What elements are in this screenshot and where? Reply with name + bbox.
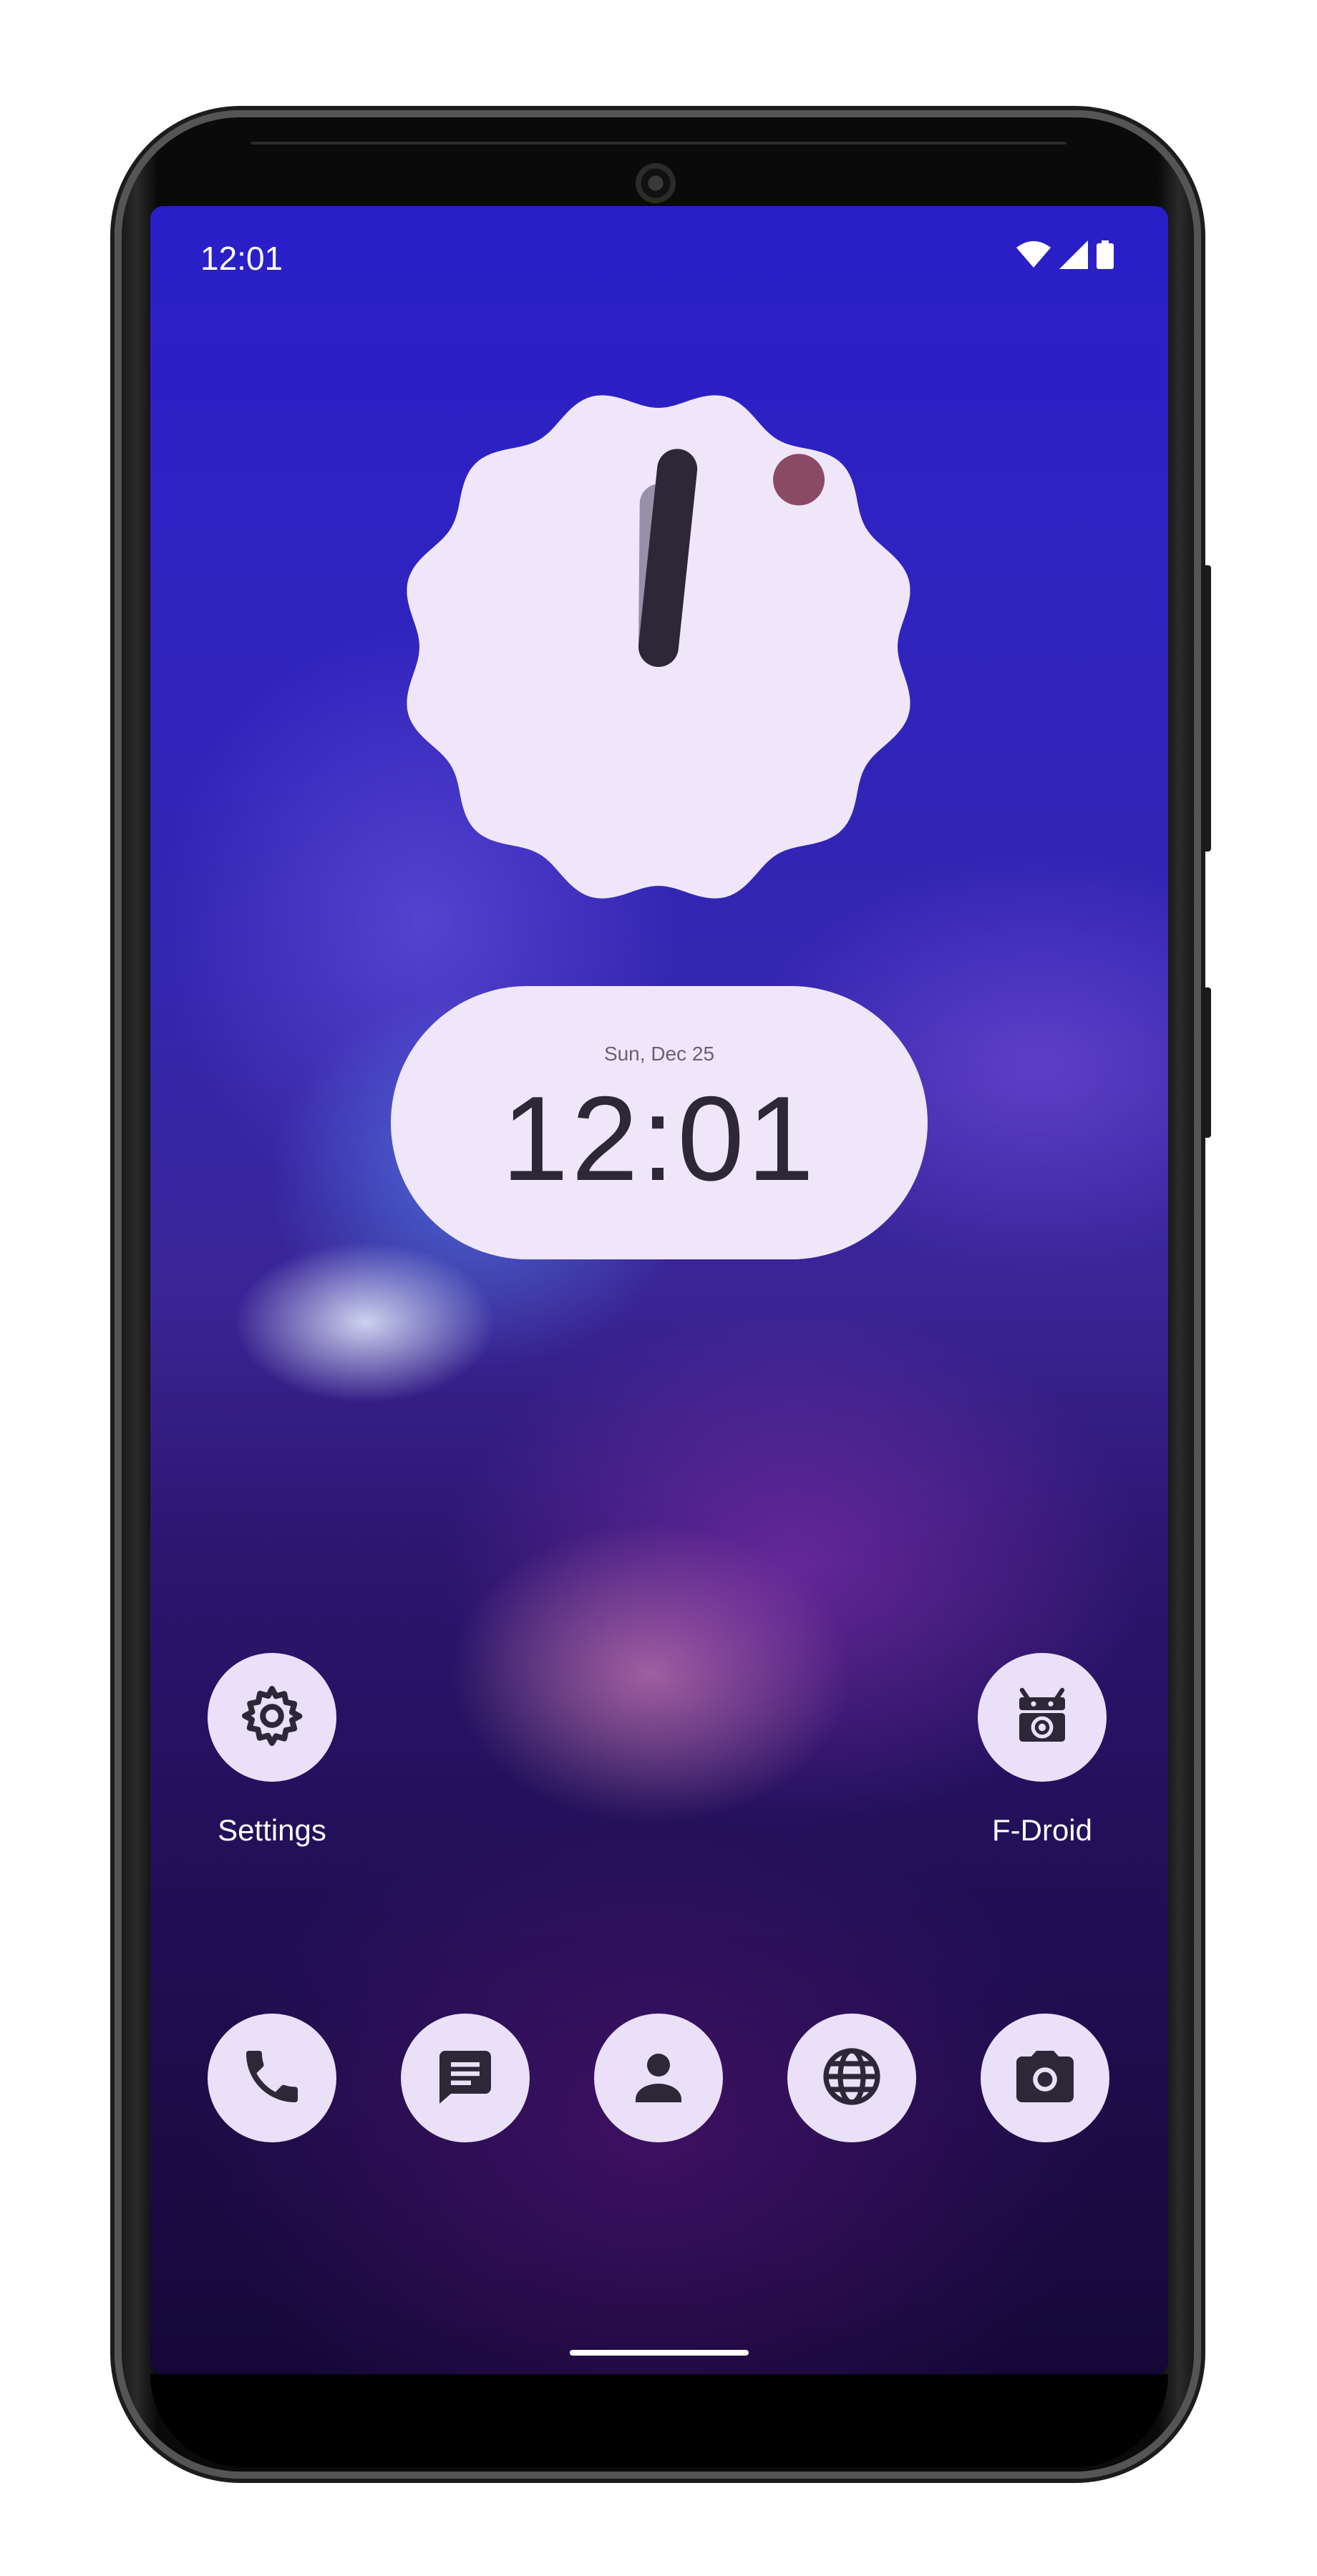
dock-messages[interactable] <box>401 2014 530 2142</box>
power-button <box>1201 565 1211 852</box>
front-camera <box>636 163 676 203</box>
contacts-icon <box>624 2042 693 2114</box>
app-settings[interactable]: Settings <box>208 1653 336 1848</box>
phone-app-icon[interactable] <box>208 2014 336 2142</box>
contacts-app-icon[interactable] <box>594 2014 723 2142</box>
wifi-icon <box>1016 240 1051 273</box>
status-bar-time: 12:01 <box>200 240 283 277</box>
app-label-settings: Settings <box>218 1813 326 1847</box>
digital-clock-widget[interactable]: Sun, Dec 25 12:01 <box>391 986 928 1259</box>
camera-icon <box>1011 2042 1079 2114</box>
second-indicator-dot <box>773 454 825 506</box>
fdroid-icon <box>1008 1682 1077 1754</box>
status-bar-icons <box>1016 240 1114 273</box>
battery-icon <box>1097 240 1114 273</box>
app-label-fdroid: F-Droid <box>991 1813 1092 1847</box>
phone-icon <box>238 2042 306 2114</box>
browser-app-icon[interactable] <box>787 2014 916 2142</box>
volume-button <box>1201 987 1211 1138</box>
minute-hand <box>638 449 698 667</box>
widget-time: 12:01 <box>501 1071 817 1206</box>
browser-icon <box>817 2042 886 2114</box>
messages-app-icon[interactable] <box>401 2014 530 2142</box>
gesture-navigation-bar[interactable] <box>570 2350 749 2356</box>
fdroid-app-icon[interactable] <box>978 1653 1107 1782</box>
camera-app-icon[interactable] <box>981 2014 1109 2142</box>
dock-phone[interactable] <box>208 2014 336 2142</box>
widget-date: Sun, Dec 25 <box>603 1043 715 1065</box>
earpiece-speaker <box>251 142 1066 145</box>
dock-contacts[interactable] <box>594 2014 723 2142</box>
dock-camera[interactable] <box>981 2014 1109 2142</box>
analog-clock-face <box>407 395 910 899</box>
messages-icon <box>431 2042 500 2114</box>
screen-bottom-bezel <box>150 2374 1168 2467</box>
settings-app-icon[interactable] <box>208 1653 336 1782</box>
dock-browser[interactable] <box>787 2014 916 2142</box>
cellular-signal-icon <box>1059 240 1088 273</box>
app-fdroid[interactable]: F-Droid <box>978 1653 1107 1848</box>
analog-clock-widget[interactable] <box>389 378 928 916</box>
gear-icon <box>238 1682 306 1754</box>
